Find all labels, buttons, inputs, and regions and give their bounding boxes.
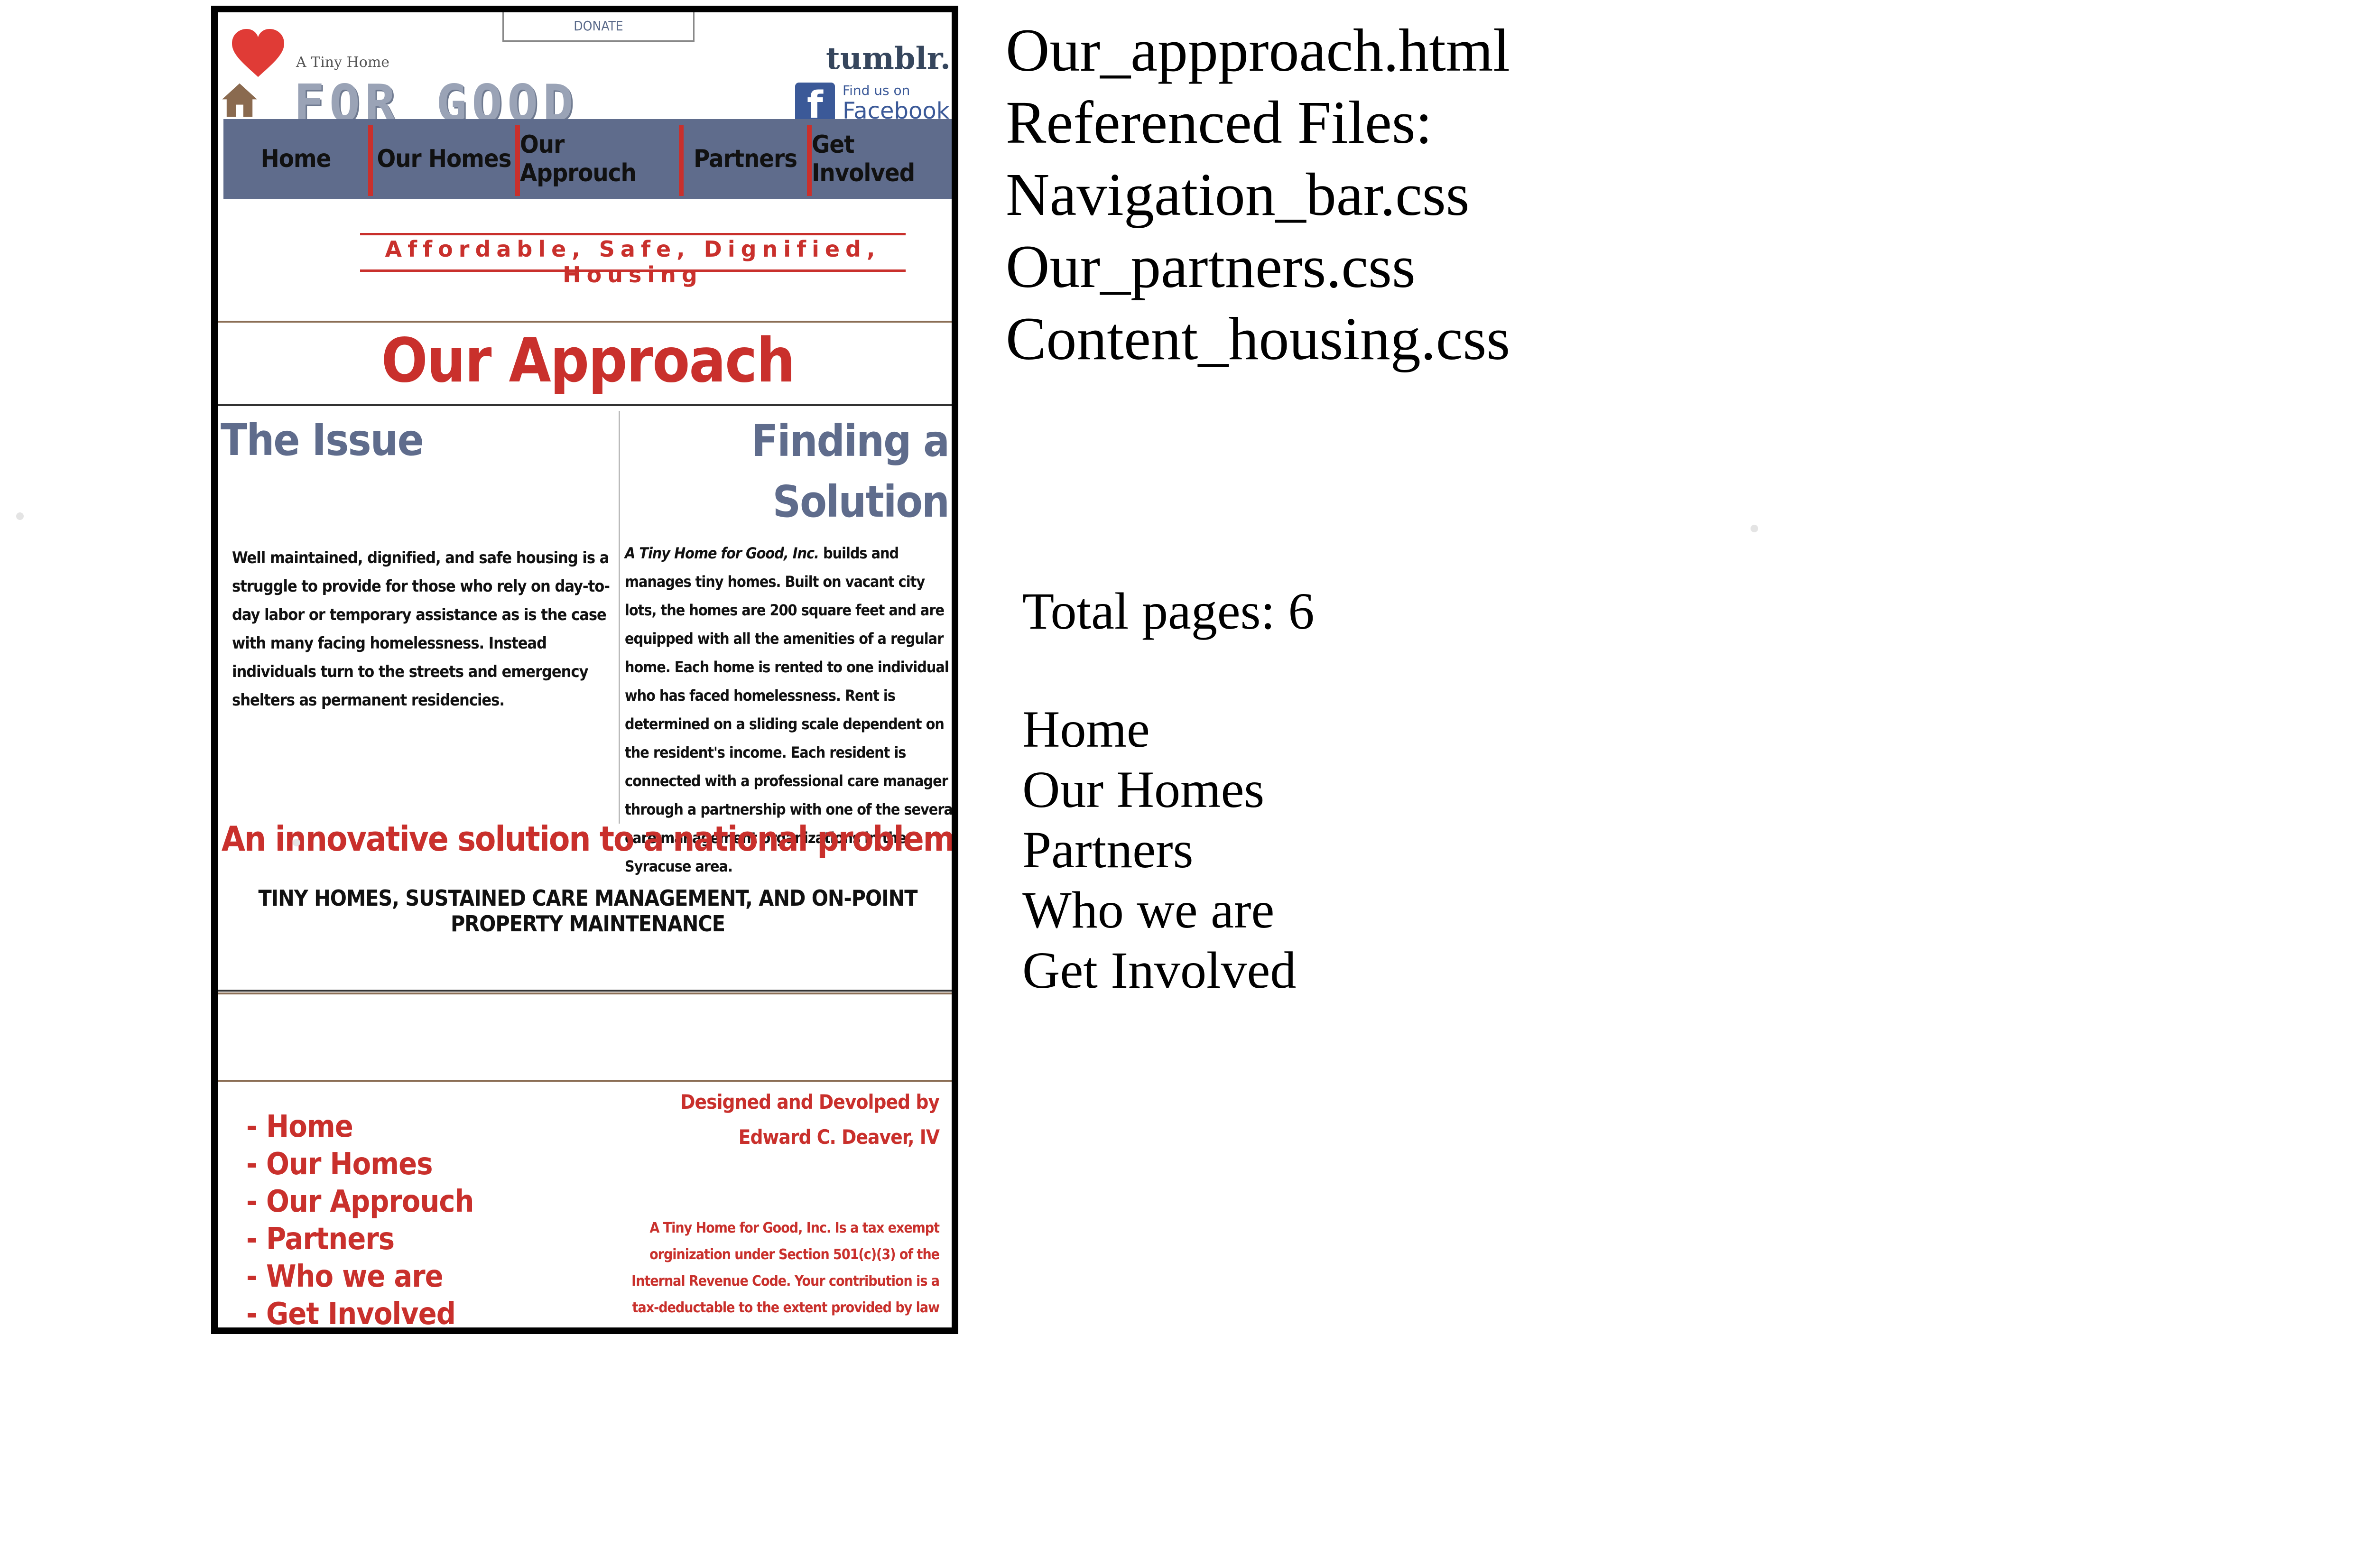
page-list: Home Our Homes Partners Who we are Get I… (1022, 699, 1314, 1001)
nav-our-homes[interactable]: Our Homes (373, 119, 515, 199)
facebook-icon: f (795, 83, 835, 127)
nav-separator (368, 125, 373, 196)
nav-home[interactable]: Home (223, 119, 368, 199)
navigation-bar: Home Our Homes Our Approuch Partners Get… (223, 119, 952, 199)
nav-separator (515, 125, 520, 196)
total-pages: Total pages: 6 (1022, 582, 1315, 640)
file-notes: Our_appproach.html Referenced Files: Nav… (1006, 14, 1510, 375)
footer-link-who-we-are[interactable]: - Who we are (246, 1258, 473, 1296)
nav-separator (807, 125, 812, 196)
stray-dot (1751, 525, 1758, 532)
referenced-files-label: Referenced Files: (1006, 89, 1433, 156)
footer-divider (218, 1080, 952, 1082)
page-list-item: Our Homes (1022, 761, 1265, 818)
stray-dot (293, 839, 300, 846)
referenced-file: Content_housing.css (1006, 305, 1510, 372)
page-notes: Total pages: 6 Home Our Homes Partners W… (1022, 581, 1314, 1001)
page-title: Our Approach (381, 325, 796, 396)
footer-link-our-homes[interactable]: - Our Homes (246, 1146, 473, 1183)
solution-heading-line2: Solution (772, 476, 950, 527)
tax-exempt-note: A Tiny Home for Good, Inc. Is a tax exem… (631, 1220, 940, 1316)
innovative-heading: An innovative solution to a national pro… (221, 819, 954, 859)
designer-credit: Designed and Devolped by Edward C. Deave… (680, 1085, 940, 1155)
file-name: Our_appproach.html (1006, 17, 1510, 84)
solution-heading-line1: Finding a (751, 416, 950, 466)
tagline-rule-bottom (360, 269, 906, 272)
logo-tagline: A Tiny Home (296, 54, 390, 71)
credit-line1: Designed and Devolped by (680, 1090, 940, 1113)
nav-separator (679, 125, 684, 196)
credit-line2: Edward C. Deaver, IV (738, 1125, 940, 1149)
footer-link-home[interactable]: - Home (246, 1108, 473, 1146)
solution-heading: Finding a Solution (664, 411, 950, 532)
page-list-item: Partners (1022, 821, 1194, 879)
issue-paragraph: Well maintained, dignified, and safe hou… (232, 548, 610, 710)
nav-our-approach[interactable]: Our Approuch (520, 119, 679, 199)
divider (218, 321, 952, 323)
page-mockup: DONATE A Tiny Home FOR GOOD tumblr. f Fi… (211, 6, 958, 1334)
donate-button[interactable]: DONATE (502, 12, 695, 42)
tagline-rule-top (360, 233, 906, 235)
stray-dot (16, 512, 24, 520)
services-line: TINY HOMES, SUSTAINED CARE MANAGEMENT, A… (258, 885, 918, 937)
organization-name: A Tiny Home for Good, Inc. (625, 544, 819, 562)
house-icon (222, 83, 257, 117)
facebook-link[interactable]: f Find us on Facebook (795, 79, 952, 127)
nav-partners[interactable]: Partners (684, 119, 807, 199)
divider (218, 404, 952, 406)
issue-heading: The Issue (221, 415, 424, 465)
footer-link-partners[interactable]: - Partners (246, 1221, 473, 1258)
page-list-item: Who we are (1022, 881, 1275, 939)
heart-icon (232, 29, 284, 77)
page-list-item: Home (1022, 700, 1150, 758)
tumblr-link[interactable]: tumblr. (826, 41, 951, 76)
referenced-file: Navigation_bar.css (1006, 161, 1470, 228)
column-divider (619, 411, 620, 824)
divider (218, 990, 952, 992)
referenced-file: Our_partners.css (1006, 233, 1416, 300)
footer-link-get-involved[interactable]: - Get Involved (246, 1296, 473, 1327)
nav-get-involved[interactable]: Get Involved (812, 119, 952, 199)
footer-link-our-approach[interactable]: - Our Approuch (246, 1183, 474, 1221)
page-list-item: Get Involved (1022, 941, 1297, 999)
tagline: Affordable, Safe, Dignified, Housing (385, 236, 881, 288)
facebook-small-text: Find us on (843, 83, 910, 98)
divider (218, 993, 952, 994)
footer-nav: - Home - Our Homes - Our Approuch - Partners… (246, 1108, 474, 1327)
